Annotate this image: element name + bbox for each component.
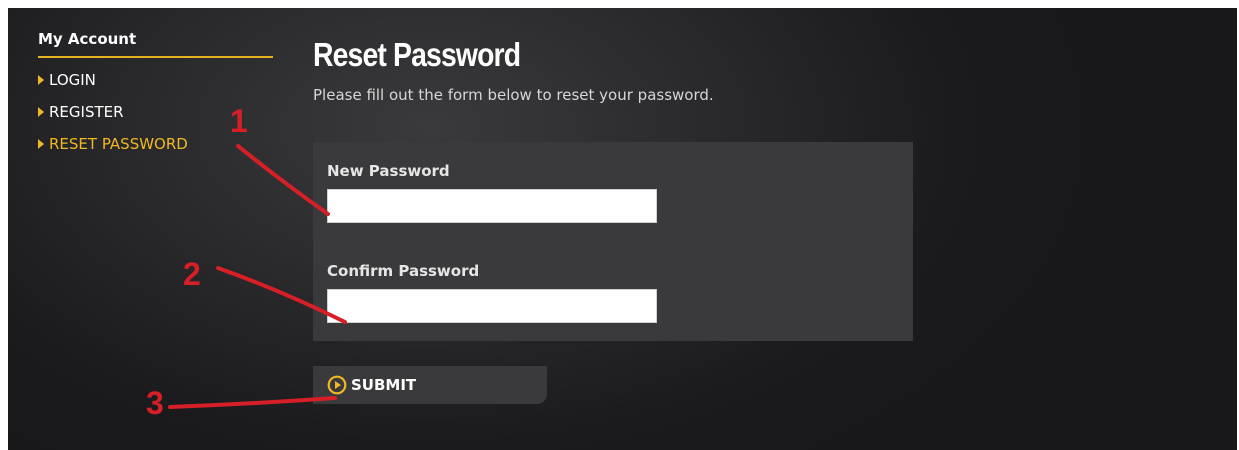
- main-content: Reset Password Please fill out the form …: [313, 36, 1013, 404]
- sidebar-item-reset-password[interactable]: RESET PASSWORD: [38, 128, 273, 160]
- reset-password-form: New Password Confirm Password: [313, 142, 913, 341]
- triangle-right-icon: [38, 139, 44, 149]
- submit-button-label: SUBMIT: [351, 376, 417, 394]
- account-sidebar: My Account LOGIN REGISTER RESET PASSWORD: [38, 30, 273, 160]
- confirm-password-field[interactable]: [327, 289, 657, 323]
- page-subtitle: Please fill out the form below to reset …: [313, 86, 714, 104]
- confirm-password-label: Confirm Password: [327, 262, 480, 280]
- sidebar-title: My Account: [38, 30, 273, 58]
- play-circle-icon: [327, 375, 347, 395]
- triangle-right-icon: [38, 75, 44, 85]
- sidebar-item-label: REGISTER: [49, 103, 124, 121]
- sidebar-item-register[interactable]: REGISTER: [38, 96, 273, 128]
- new-password-field[interactable]: [327, 189, 657, 223]
- new-password-label: New Password: [327, 162, 450, 180]
- app-window: My Account LOGIN REGISTER RESET PASSWORD…: [8, 8, 1237, 450]
- page-title: Reset Password: [313, 36, 521, 73]
- sidebar-item-label: LOGIN: [49, 71, 96, 89]
- sidebar-item-label: RESET PASSWORD: [49, 135, 188, 153]
- triangle-right-icon: [38, 107, 44, 117]
- sidebar-item-login[interactable]: LOGIN: [38, 64, 273, 96]
- submit-button[interactable]: SUBMIT: [313, 366, 547, 404]
